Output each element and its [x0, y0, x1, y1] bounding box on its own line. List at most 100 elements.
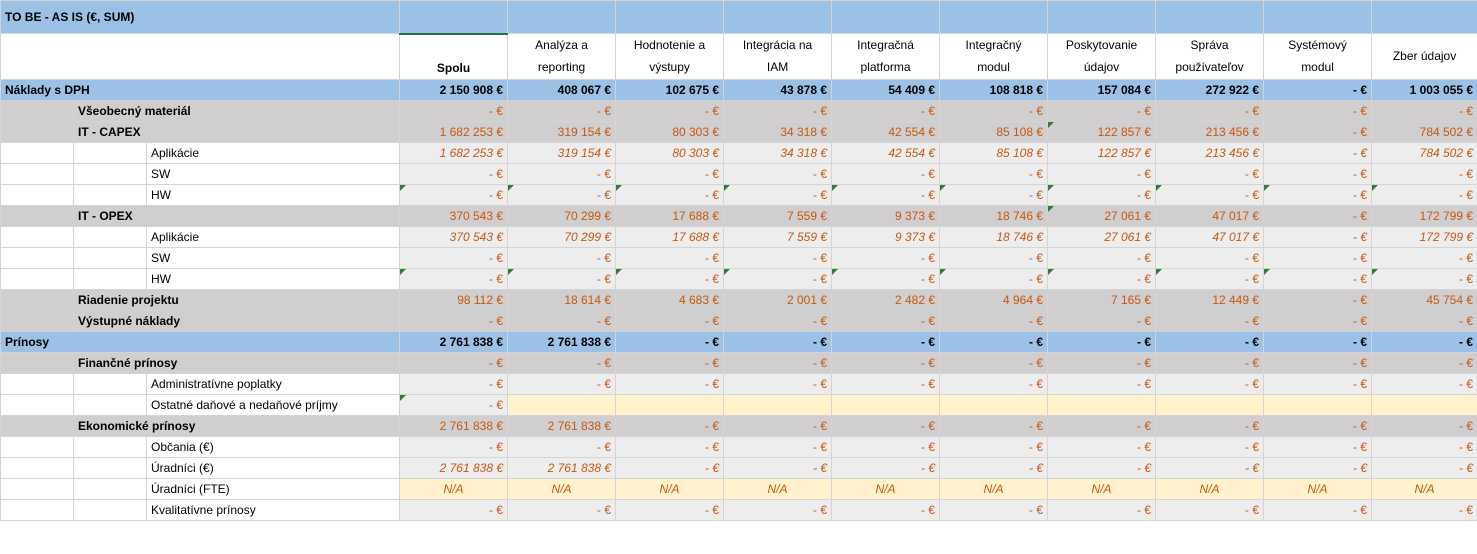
value-cell[interactable]: - € — [399, 309, 509, 332]
title-blank-cell[interactable] — [723, 0, 833, 34]
sheet-title-cell[interactable]: TO BE - AS IS (€, SUM) — [0, 0, 401, 34]
value-cell[interactable]: 408 067 € — [507, 78, 617, 101]
value-cell[interactable] — [1263, 393, 1373, 416]
value-cell[interactable]: 17 688 € — [615, 204, 725, 227]
value-cell[interactable]: - € — [615, 330, 725, 353]
value-cell[interactable]: - € — [1371, 309, 1477, 332]
value-cell[interactable]: N/A — [1263, 477, 1373, 500]
value-cell[interactable]: 784 502 € — [1371, 141, 1477, 164]
value-cell[interactable]: - € — [831, 351, 941, 374]
value-cell[interactable]: 213 456 € — [1155, 120, 1265, 143]
value-cell[interactable]: - € — [1155, 372, 1265, 395]
value-cell[interactable]: - € — [1047, 351, 1157, 374]
value-cell[interactable]: 80 303 € — [615, 120, 725, 143]
value-cell[interactable]: 34 318 € — [723, 120, 833, 143]
value-cell[interactable]: - € — [1155, 162, 1265, 185]
value-cell[interactable]: - € — [723, 309, 833, 332]
value-cell[interactable]: - € — [507, 309, 617, 332]
value-cell[interactable]: - € — [939, 456, 1049, 479]
value-cell[interactable]: - € — [1263, 498, 1373, 521]
value-cell[interactable]: - € — [939, 330, 1049, 353]
value-cell[interactable]: 102 675 € — [615, 78, 725, 101]
value-cell[interactable]: - € — [507, 183, 617, 206]
value-cell[interactable]: - € — [939, 372, 1049, 395]
value-cell[interactable]: - € — [1155, 435, 1265, 458]
value-cell[interactable]: 172 799 € — [1371, 225, 1477, 248]
indent-cell[interactable] — [73, 372, 147, 395]
value-cell[interactable]: 34 318 € — [723, 141, 833, 164]
value-cell[interactable]: - € — [615, 414, 725, 437]
value-cell[interactable]: - € — [723, 99, 833, 122]
value-cell[interactable]: 213 456 € — [1155, 141, 1265, 164]
title-blank-cell[interactable] — [615, 0, 725, 34]
value-cell[interactable]: 9 373 € — [831, 204, 941, 227]
value-cell[interactable]: - € — [1155, 330, 1265, 353]
value-cell[interactable]: - € — [723, 498, 833, 521]
row-label[interactable]: Výstupné náklady — [72, 309, 401, 332]
value-cell[interactable]: N/A — [1371, 477, 1477, 500]
value-cell[interactable]: - € — [939, 351, 1049, 374]
value-cell[interactable]: - € — [1371, 498, 1477, 521]
value-cell[interactable]: 18 746 € — [939, 204, 1049, 227]
value-cell[interactable]: - € — [1263, 183, 1373, 206]
title-blank-cell[interactable] — [507, 0, 617, 34]
value-cell[interactable]: - € — [723, 372, 833, 395]
value-cell[interactable]: - € — [723, 414, 833, 437]
value-cell[interactable]: - € — [1263, 309, 1373, 332]
value-cell[interactable]: - € — [1371, 414, 1477, 437]
value-cell[interactable]: 12 449 € — [1155, 288, 1265, 311]
value-cell[interactable]: - € — [1371, 246, 1477, 269]
value-cell[interactable]: - € — [399, 393, 509, 416]
value-cell[interactable]: - € — [399, 99, 509, 122]
value-cell[interactable] — [615, 393, 725, 416]
value-cell[interactable]: - € — [831, 309, 941, 332]
value-cell[interactable]: 1 682 253 € — [399, 120, 509, 143]
value-cell[interactable]: - € — [1155, 267, 1265, 290]
row-label[interactable]: Ekonomické prínosy — [72, 414, 401, 437]
value-cell[interactable]: - € — [399, 351, 509, 374]
value-cell[interactable]: - € — [1047, 456, 1157, 479]
value-cell[interactable]: 42 554 € — [831, 141, 941, 164]
value-cell[interactable]: - € — [1263, 78, 1373, 101]
value-cell[interactable]: 18 614 € — [507, 288, 617, 311]
row-label[interactable]: Aplikácie — [145, 141, 401, 164]
value-cell[interactable]: - € — [507, 435, 617, 458]
value-cell[interactable] — [507, 393, 617, 416]
value-cell[interactable]: - € — [1047, 162, 1157, 185]
value-cell[interactable]: - € — [507, 99, 617, 122]
value-cell[interactable]: 319 154 € — [507, 141, 617, 164]
column-header[interactable]: Integrácia na IAM — [723, 33, 833, 80]
indent-cell[interactable] — [0, 351, 74, 374]
title-blank-cell[interactable] — [1155, 0, 1265, 34]
title-blank-cell[interactable] — [939, 0, 1049, 34]
value-cell[interactable]: - € — [1263, 204, 1373, 227]
value-cell[interactable]: - € — [399, 267, 509, 290]
value-cell[interactable]: - € — [939, 99, 1049, 122]
value-cell[interactable]: N/A — [1155, 477, 1265, 500]
value-cell[interactable]: - € — [1155, 414, 1265, 437]
title-blank-cell[interactable] — [1047, 0, 1157, 34]
value-cell[interactable]: - € — [939, 435, 1049, 458]
value-cell[interactable]: 42 554 € — [831, 120, 941, 143]
value-cell[interactable]: - € — [1371, 267, 1477, 290]
value-cell[interactable]: 47 017 € — [1155, 225, 1265, 248]
row-label[interactable]: Prínosy — [0, 330, 401, 353]
value-cell[interactable]: - € — [831, 372, 941, 395]
value-cell[interactable]: 2 001 € — [723, 288, 833, 311]
value-cell[interactable]: - € — [1047, 183, 1157, 206]
value-cell[interactable]: - € — [507, 498, 617, 521]
value-cell[interactable]: 2 761 838 € — [507, 456, 617, 479]
indent-cell[interactable] — [73, 456, 147, 479]
column-header[interactable]: Hodnotenie a výstupy — [615, 33, 725, 80]
row-label[interactable]: SW — [145, 162, 401, 185]
value-cell[interactable]: - € — [615, 183, 725, 206]
column-header[interactable]: Integračný modul — [939, 33, 1049, 80]
value-cell[interactable]: 2 761 838 € — [507, 414, 617, 437]
value-cell[interactable]: 18 746 € — [939, 225, 1049, 248]
value-cell[interactable]: - € — [399, 435, 509, 458]
indent-cell[interactable] — [0, 162, 74, 185]
value-cell[interactable]: - € — [399, 498, 509, 521]
value-cell[interactable]: 370 543 € — [399, 225, 509, 248]
row-label[interactable]: Aplikácie — [145, 225, 401, 248]
indent-cell[interactable] — [0, 372, 74, 395]
